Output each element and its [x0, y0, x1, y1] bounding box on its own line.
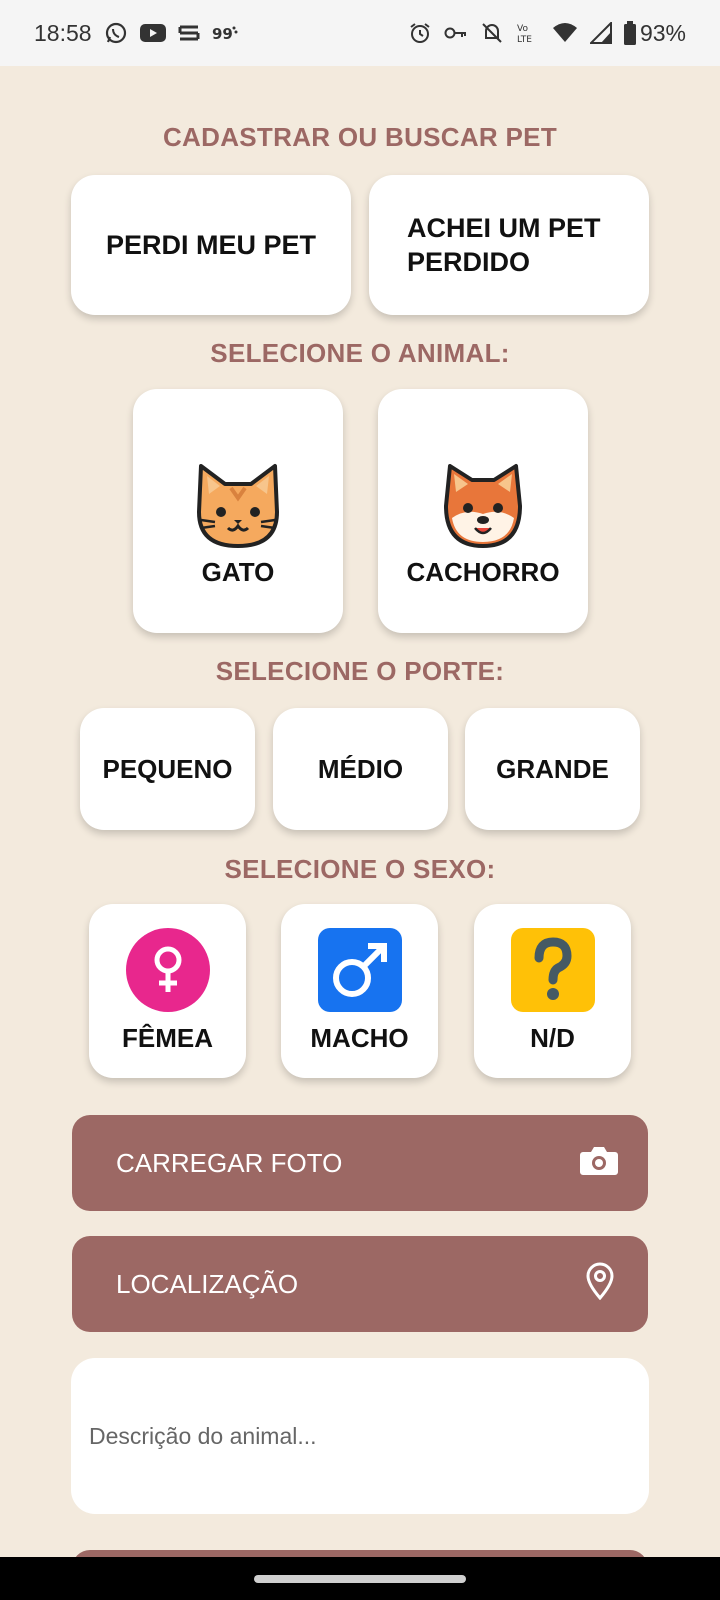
sex-option-male[interactable]: MACHO	[281, 904, 438, 1078]
animal-section-title: SELECIONE O ANIMAL:	[210, 338, 510, 368]
lost-pet-button[interactable]: PERDI MEU PET	[71, 175, 351, 315]
size-section-title: SELECIONE O PORTE:	[215, 656, 505, 686]
size-label-large: GRANDE	[496, 753, 609, 784]
lost-pet-label: PERDI MEU PET	[105, 230, 317, 260]
size-option-small[interactable]: PEQUENO	[80, 708, 255, 830]
sex-label-female: FÊMEA	[122, 1023, 213, 1053]
alarm-icon	[408, 21, 432, 45]
found-pet-label: ACHEI UM PET PERDIDO	[407, 213, 601, 277]
svg-text:LTE: LTE	[517, 35, 532, 45]
page-title: CADASTRAR OU BUSCAR PET	[162, 122, 558, 152]
size-label-medium: MÉDIO	[317, 753, 404, 784]
notification-icon: 99	[212, 23, 238, 43]
found-pet-button[interactable]: ACHEI UM PET PERDIDO	[369, 175, 649, 315]
location-label: LOCALIZAÇÃO	[116, 1268, 299, 1299]
sex-option-female[interactable]: FÊMEA	[89, 904, 246, 1078]
question-icon	[510, 928, 595, 1017]
youtube-icon	[139, 23, 166, 43]
animal-option-cat[interactable]: GATO	[133, 389, 343, 633]
animal-label-cat: GATO	[201, 557, 275, 587]
wifi-icon	[552, 22, 578, 44]
app-icon	[178, 23, 200, 43]
home-gesture-handle[interactable]	[254, 1574, 466, 1583]
upload-photo-label: CARREGAR FOTO	[116, 1147, 343, 1178]
clock: 18:58	[34, 19, 92, 46]
sex-label-unknown: N/D	[530, 1023, 575, 1053]
battery-icon	[623, 21, 636, 45]
navigation-bar	[0, 1557, 720, 1600]
description-placeholder: Descrição do animal...	[89, 1422, 317, 1449]
location-pin-icon	[586, 1262, 614, 1307]
sex-label-male: MACHO	[310, 1023, 409, 1053]
size-option-large[interactable]: GRANDE	[465, 708, 640, 830]
upload-photo-button[interactable]: CARREGAR FOTO	[72, 1115, 648, 1211]
animal-label-dog: CACHORRO	[406, 557, 560, 587]
whatsapp-icon	[104, 21, 128, 45]
cat-icon	[193, 462, 283, 555]
size-label-small: PEQUENO	[102, 753, 233, 784]
battery-level: 93%	[639, 19, 686, 46]
svg-text:Vo: Vo	[517, 24, 528, 34]
svg-text:99: 99	[212, 25, 233, 43]
mute-icon	[480, 21, 504, 45]
description-input[interactable]: Descrição do animal...	[71, 1358, 649, 1514]
location-button[interactable]: LOCALIZAÇÃO	[72, 1236, 648, 1332]
status-bar: 18:58 99 Vo LTE 93%	[0, 0, 720, 66]
sex-section-title: SELECIONE O SEXO:	[224, 854, 496, 884]
male-icon	[317, 928, 402, 1017]
size-option-medium[interactable]: MÉDIO	[273, 708, 448, 830]
volte-icon: Vo LTE	[516, 21, 540, 45]
camera-icon	[580, 1144, 618, 1183]
female-icon	[125, 928, 210, 1017]
signal-icon	[589, 22, 612, 44]
animal-option-dog[interactable]: CACHORRO	[378, 389, 588, 633]
dog-icon	[438, 462, 528, 555]
sex-option-unknown[interactable]: N/D	[474, 904, 631, 1078]
key-icon	[444, 25, 468, 41]
